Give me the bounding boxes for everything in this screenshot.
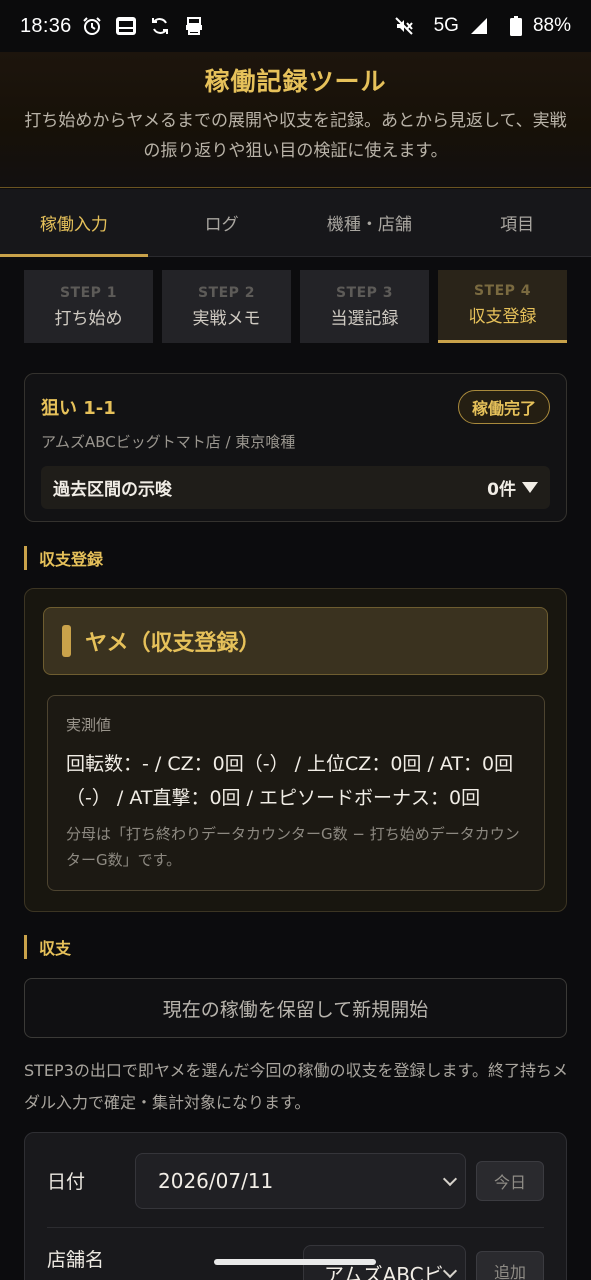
past-hints-count: 0件 [487, 480, 516, 500]
step-number: STEP 2 [197, 284, 256, 301]
add-store-button[interactable]: 追加 [476, 1251, 544, 1280]
mute-icon [392, 14, 416, 38]
step-4[interactable]: STEP 4 収支登録 [438, 270, 567, 343]
step-2[interactable]: STEP 2 実戦メモ [162, 270, 291, 343]
date-select[interactable]: 2026/07/11 [135, 1153, 466, 1209]
page-subtitle: 打ち始めからヤメるまでの展開や収支を記録。あとから見返して、実戦の振り返りや狙い… [24, 111, 567, 161]
date-value: 2026/07/11 [158, 1169, 274, 1193]
status-bar: 18:36 5G 88% [0, 0, 591, 52]
measured-note: 分母は「打ち終わりデータカウンターG数 − 打ち始めデータカウンターG数」です。 [66, 825, 520, 869]
home-indicator[interactable] [214, 1259, 376, 1265]
date-row: 日付 2026/07/11 今日 [47, 1153, 544, 1209]
network-label: 5G [433, 15, 459, 36]
step-name: 打ち始め [54, 308, 123, 329]
step-name: 収支登録 [468, 307, 537, 327]
chevron-down-icon [442, 1263, 458, 1279]
step-nav: STEP 1 打ち始め STEP 2 実戦メモ STEP 3 当選記録 STEP… [24, 270, 567, 343]
section-label-balance: 収支 [24, 935, 71, 959]
sync-icon [148, 14, 172, 38]
target-store-machine: アムズABCビッグトマト店 / 東京喰種 [41, 433, 296, 451]
step-number: STEP 3 [335, 284, 394, 301]
divider [47, 1227, 544, 1228]
hold-and-new-button[interactable]: 現在の稼働を保留して新規開始 [24, 978, 567, 1038]
alarm-icon [80, 14, 104, 38]
income-panel: ヤメ（収支登録） 実測値 回転数：- / CZ：0回（-） / 上位CZ：0回 … [24, 588, 567, 912]
tab-log[interactable]: ログ [148, 189, 296, 256]
measured-label: 実測値 [66, 716, 112, 734]
caret-down-icon [522, 482, 538, 493]
date-label: 日付 [47, 1171, 86, 1193]
today-button[interactable]: 今日 [476, 1161, 544, 1201]
section-label-income-registration: 収支登録 [24, 546, 103, 570]
yame-title: ヤメ（収支登録） [85, 631, 261, 656]
page-title: 稼働記録ツール [204, 67, 387, 96]
balance-form: 日付 2026/07/11 今日 店舗名 アムズABCビ 追加 [24, 1132, 567, 1280]
accent-mark [62, 625, 71, 657]
step-name: 実戦メモ [192, 308, 261, 329]
past-hints-label: 過去区間の示唆 [53, 480, 172, 500]
news-app-icon [114, 14, 138, 38]
past-hints-count-wrap: 0件 [487, 475, 538, 500]
main-tabs: 稼働入力 ログ 機種・店舗 項目 [0, 189, 591, 257]
tab-machines-stores[interactable]: 機種・店舗 [296, 189, 444, 256]
balance-explanation: STEP3の出口で即ヤメを選んだ今回の稼働の収支を登録します。終了持ちメダル入力… [24, 1061, 568, 1112]
step-name: 当選記録 [330, 308, 399, 329]
app-header: 稼働記録ツール 打ち始めからヤメるまでの展開や収支を記録。あとから見返して、実戦… [0, 52, 591, 188]
battery-percent: 88% [532, 15, 571, 36]
step-number: STEP 1 [59, 284, 118, 301]
chevron-down-icon [442, 1171, 458, 1187]
store-label: 店舗名 [47, 1249, 105, 1271]
printer-icon [182, 14, 206, 38]
tab-input[interactable]: 稼働入力 [0, 189, 148, 257]
measured-values: 回転数：- / CZ：0回（-） / 上位CZ：0回 / AT：0回（-） / … [66, 753, 514, 809]
step-3[interactable]: STEP 3 当選記録 [300, 270, 429, 343]
status-badge: 稼働完了 [457, 390, 550, 424]
signal-icon [467, 14, 491, 38]
past-hints-toggle[interactable]: 過去区間の示唆 0件 [41, 466, 550, 509]
battery-icon [509, 14, 523, 38]
yame-header: ヤメ（収支登録） [43, 607, 548, 675]
tab-items[interactable]: 項目 [443, 189, 591, 256]
step-1[interactable]: STEP 1 打ち始め [24, 270, 153, 343]
measured-values-box: 実測値 回転数：- / CZ：0回（-） / 上位CZ：0回 / AT：0回（-… [47, 695, 545, 891]
status-time: 18:36 [20, 14, 72, 37]
target-card: 狙い 1-1 稼働完了 アムズABCビッグトマト店 / 東京喰種 過去区間の示唆… [24, 373, 567, 522]
target-title: 狙い 1-1 [41, 398, 116, 419]
step-number: STEP 4 [473, 283, 532, 299]
